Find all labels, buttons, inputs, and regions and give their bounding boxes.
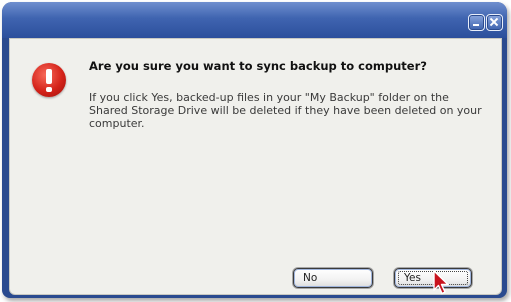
close-icon[interactable] <box>486 14 503 31</box>
title-bar[interactable] <box>2 2 507 38</box>
dialog-message: If you click Yes, backed-up files in you… <box>89 91 482 130</box>
yes-button-label: Yes <box>404 272 421 284</box>
dialog-heading: Are you sure you want to sync backup to … <box>89 59 427 73</box>
no-button[interactable]: No <box>293 268 373 288</box>
dialog-body: Are you sure you want to sync backup to … <box>9 38 502 295</box>
error-alert-icon <box>32 63 66 97</box>
mouse-pointer-icon <box>433 270 449 295</box>
minimize-icon[interactable] <box>468 14 485 31</box>
sync-confirm-dialog: Are you sure you want to sync backup to … <box>2 2 507 298</box>
